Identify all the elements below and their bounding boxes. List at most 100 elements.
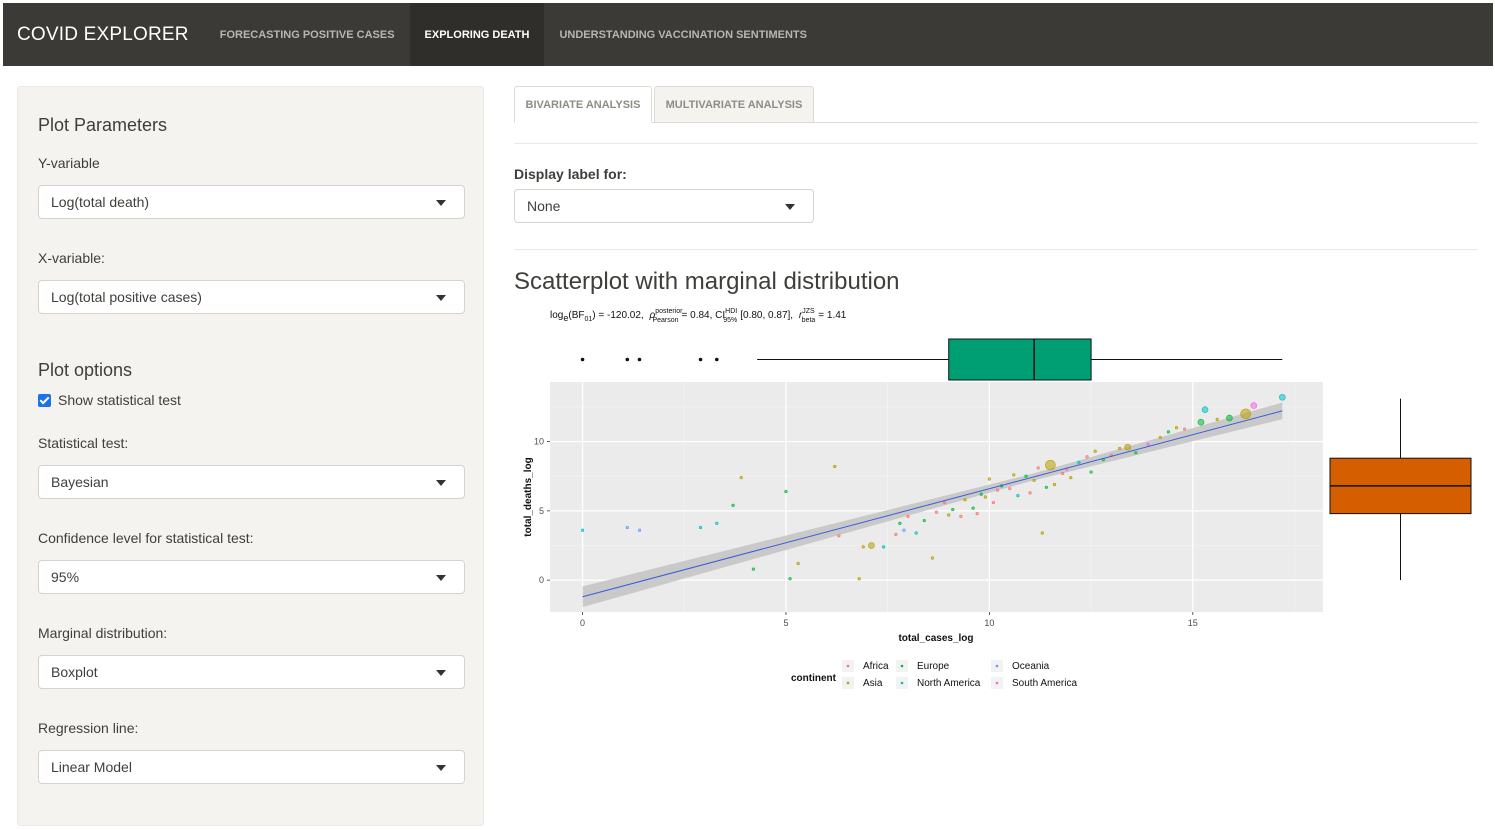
outlier-point xyxy=(698,357,703,362)
data-point xyxy=(580,528,585,532)
y-variable-value: Log(total death) xyxy=(51,194,150,210)
data-point xyxy=(1183,427,1187,431)
show-stat-test-label[interactable]: Show statistical test xyxy=(58,392,181,408)
data-point xyxy=(894,532,898,537)
y-variable-label: Y-variable xyxy=(38,155,100,171)
outlier-point xyxy=(715,357,719,362)
divider xyxy=(514,143,1478,144)
data-point xyxy=(1166,430,1171,434)
caret-down-icon xyxy=(436,295,446,301)
data-point xyxy=(1134,451,1138,455)
nav-vaccination-sentiments[interactable]: UNDERSTANDING VACCINATION SENTIMENTS xyxy=(544,3,822,66)
data-point xyxy=(1117,446,1122,451)
subtitle-rho-value: = 0.84, CI xyxy=(682,310,726,321)
legend-swatch xyxy=(846,664,850,668)
legend: continent Africa Asia Europe North America O… xyxy=(791,660,1077,689)
data-point xyxy=(1279,393,1286,401)
data-point xyxy=(1012,473,1016,477)
chart-subtitle: loge(BF01) = -120.02, ρposterior Pearson =… xyxy=(550,308,847,324)
display-label-value: None xyxy=(527,198,561,214)
data-point xyxy=(857,577,861,581)
data-point xyxy=(1008,487,1012,491)
nav-forecasting[interactable]: FORECASTING POSITIVE CASES xyxy=(205,3,410,66)
caret-down-icon xyxy=(436,480,446,486)
x-tick-label: 0 xyxy=(580,618,585,628)
data-point xyxy=(715,521,719,525)
data-point xyxy=(1146,442,1150,446)
divider xyxy=(514,249,1478,250)
tab-multivariate[interactable]: MULTIVARIATE ANALYSIS xyxy=(654,86,814,123)
legend-label: Europe xyxy=(917,661,950,672)
y-variable-select[interactable]: Log(total death) xyxy=(38,185,465,219)
data-point xyxy=(1124,443,1132,451)
data-point xyxy=(1061,471,1065,476)
regression-select[interactable]: Linear Model xyxy=(38,750,465,784)
marginal-value: Boxplot xyxy=(51,664,98,680)
confidence-select[interactable]: 95% xyxy=(38,560,465,594)
y-tick-label: 5 xyxy=(539,506,544,516)
data-point xyxy=(1089,470,1093,474)
data-point xyxy=(943,500,947,505)
data-point xyxy=(625,525,629,530)
x-variable-select[interactable]: Log(total positive cases) xyxy=(38,280,465,314)
data-point xyxy=(739,476,743,480)
data-point xyxy=(979,492,983,496)
data-point xyxy=(1052,482,1057,487)
data-point xyxy=(983,495,987,499)
data-point xyxy=(975,512,979,516)
data-point xyxy=(1201,406,1209,414)
data-point xyxy=(930,556,935,560)
x-axis-label: total_cases_log xyxy=(898,633,973,644)
subtitle-r-value: = 1.41 xyxy=(818,310,847,321)
legend-label: North America xyxy=(917,678,981,689)
app-brand[interactable]: COVID EXPLORER xyxy=(3,3,203,66)
plot-parameters-heading: Plot Parameters xyxy=(38,115,168,135)
data-point xyxy=(971,506,975,510)
confidence-label: Confidence level for statistical test: xyxy=(38,530,254,546)
data-point xyxy=(788,577,792,581)
outlier-point xyxy=(625,357,630,362)
data-point xyxy=(731,503,735,507)
data-point xyxy=(906,514,910,518)
legend-label: South America xyxy=(1012,678,1077,689)
data-point xyxy=(898,521,902,525)
show-stat-test-row: Show statistical test xyxy=(38,392,181,408)
tab-bivariate[interactable]: BIVARIATE ANALYSIS xyxy=(514,86,652,123)
nav-exploring-death[interactable]: EXPLORING DEATH xyxy=(409,3,545,66)
legend-title: continent xyxy=(791,673,837,684)
subtitle-log: log xyxy=(550,310,563,321)
data-point xyxy=(1028,491,1032,495)
box xyxy=(948,338,1092,381)
legend-swatch xyxy=(995,681,999,685)
data-point xyxy=(861,545,865,549)
data-point xyxy=(1215,417,1219,422)
data-point xyxy=(1093,449,1097,453)
subtitle-ci-sub: 95% xyxy=(723,317,737,324)
display-label-select[interactable]: None xyxy=(514,189,814,223)
subtitle-rho-sub: Pearson xyxy=(652,317,678,324)
legend-swatch xyxy=(995,664,999,668)
data-point xyxy=(796,561,800,566)
data-point xyxy=(995,488,1000,492)
data-point xyxy=(947,513,951,517)
data-point xyxy=(922,518,926,523)
data-point xyxy=(1226,414,1233,422)
caret-down-icon xyxy=(436,200,446,206)
y-axis-label: total_deaths_log xyxy=(523,457,534,536)
data-point xyxy=(1174,426,1179,430)
data-point xyxy=(1250,402,1258,409)
show-stat-test-checkbox[interactable] xyxy=(38,393,51,407)
outlier-point xyxy=(637,357,642,362)
legend-swatch xyxy=(900,681,904,685)
caret-down-icon xyxy=(436,575,446,581)
legend-label: Oceania xyxy=(1012,661,1050,672)
regression-label: Regression line: xyxy=(38,720,139,736)
marginal-select[interactable]: Boxplot xyxy=(38,655,465,689)
subtitle-bf: (BF xyxy=(568,310,584,321)
analysis-tabs: BIVARIATE ANALYSIS MULTIVARIATE ANALYSIS xyxy=(514,86,1478,123)
stat-test-select[interactable]: Bayesian xyxy=(38,465,465,499)
data-point xyxy=(637,528,642,532)
marginal-x-boxplot xyxy=(580,338,1283,381)
data-point xyxy=(882,545,886,549)
legend-swatch xyxy=(900,664,904,668)
